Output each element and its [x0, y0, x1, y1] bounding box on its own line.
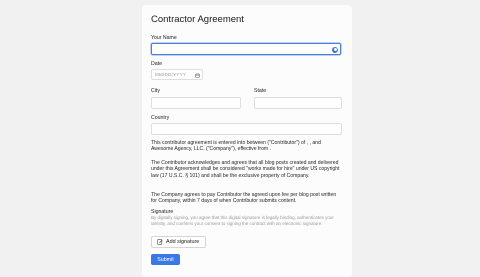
calendar-icon[interactable] [195, 73, 200, 78]
date-field[interactable]: MM/DD/YYYY [151, 69, 203, 80]
date-label: Date [151, 61, 162, 67]
your-name-input[interactable] [152, 51, 340, 61]
city-input[interactable] [152, 105, 240, 115]
country-field[interactable] [151, 123, 342, 141]
state-field[interactable] [254, 97, 342, 115]
signature-help-text: By digitally signing, you agree that thi… [151, 215, 334, 226]
city-label: City [151, 88, 160, 94]
date-placeholder: MM/DD/YYYY [155, 72, 187, 77]
form-card: Contractor Agreement Your Name Date MM/D… [142, 5, 352, 277]
your-name-field[interactable] [151, 43, 341, 61]
agreement-paragraph-2: The Contributor acknowledges and agrees … [151, 160, 340, 179]
add-signature-label: Add signature [166, 239, 200, 245]
add-signature-button[interactable]: Add signature [151, 236, 206, 248]
page-title: Contractor Agreement [151, 14, 244, 25]
submit-button[interactable]: Submit [151, 254, 180, 265]
password-manager-icon[interactable] [332, 46, 338, 53]
state-label: State [254, 88, 267, 94]
agreement-paragraph-3: The Company agrees to pay Contributor th… [151, 192, 337, 205]
country-label: Country [151, 115, 170, 121]
agreement-paragraph-1: This contributor agreement is entered in… [151, 140, 321, 153]
city-field[interactable] [151, 97, 241, 115]
pen-edit-icon [157, 239, 163, 245]
your-name-label: Your Name [151, 35, 177, 41]
state-input[interactable] [255, 105, 341, 115]
